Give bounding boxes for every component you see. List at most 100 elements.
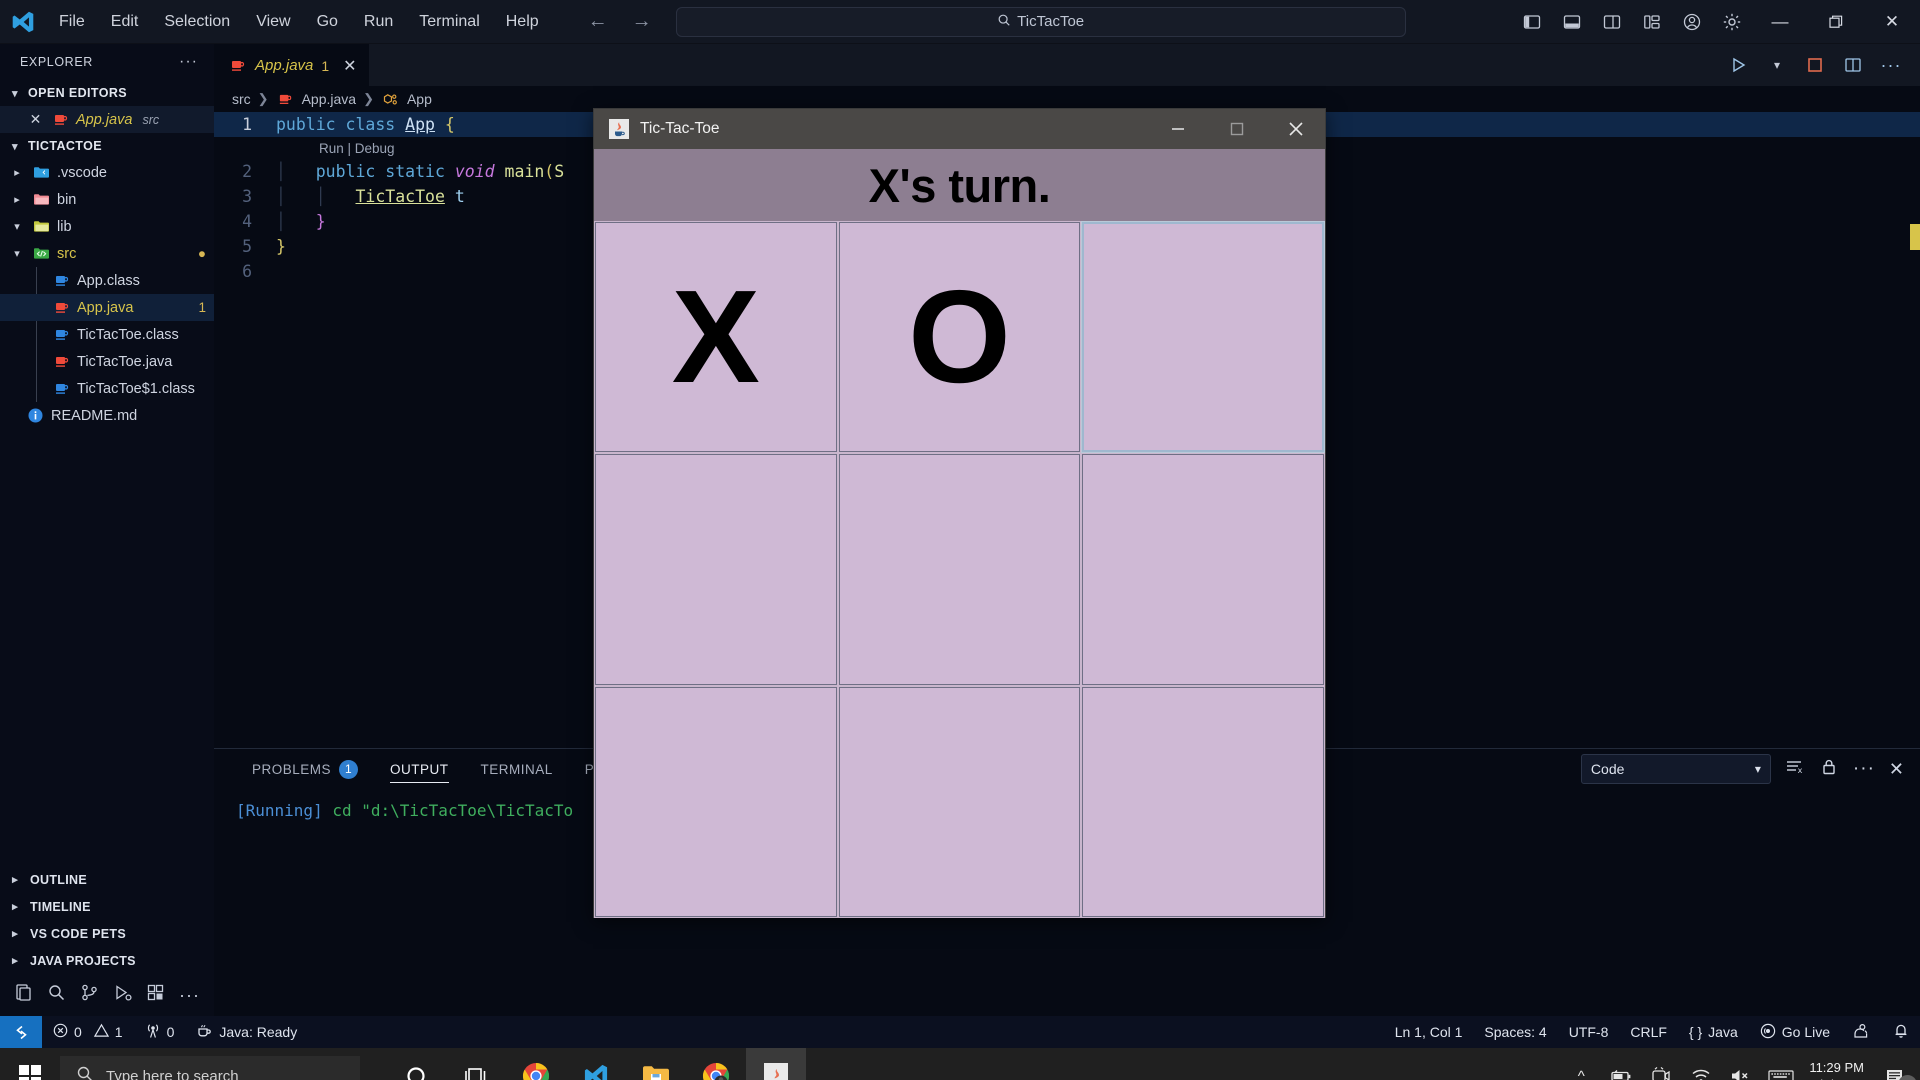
sidebar-section-java-projects[interactable]: ▸ JAVA PROJECTS [0, 947, 214, 974]
status-errors[interactable]: 0 1 [42, 1016, 134, 1048]
sidebar-section-timeline[interactable]: ▸ TIMELINE [0, 893, 214, 920]
lock-icon[interactable] [1819, 757, 1839, 782]
sidebar-item-readme[interactable]: README.md [0, 402, 214, 429]
more-actions-icon[interactable]: ··· [1853, 758, 1875, 780]
chrome-icon[interactable] [506, 1048, 566, 1080]
explorer-more-icon[interactable]: ··· [179, 53, 198, 71]
file-explorer-icon[interactable] [626, 1048, 686, 1080]
volume-muted-icon[interactable] [1721, 1048, 1761, 1080]
run-icon[interactable] [113, 983, 132, 1007]
account-icon[interactable] [1672, 0, 1712, 44]
status-pets[interactable] [1841, 1016, 1882, 1048]
source-control-icon[interactable] [80, 983, 99, 1007]
sidebar-item-tictactoe-java[interactable]: TicTacToe.java [0, 348, 214, 375]
menu-go[interactable]: Go [304, 8, 351, 36]
status-go-live[interactable]: Go Live [1749, 1016, 1841, 1048]
back-arrow-icon[interactable]: ← [588, 10, 608, 33]
toggle-panel-icon[interactable] [1552, 0, 1592, 44]
remote-window-icon[interactable] [0, 1016, 42, 1048]
gear-icon[interactable] [1712, 0, 1752, 44]
close-icon[interactable]: ✕ [343, 56, 356, 76]
forward-arrow-icon[interactable]: → [632, 10, 652, 33]
vscode-icon[interactable] [566, 1048, 626, 1080]
open-editors-section-header[interactable]: ▾ OPEN EDITORS [0, 80, 214, 106]
task-view-icon[interactable] [446, 1048, 506, 1080]
window-minimize-button[interactable]: — [1752, 0, 1808, 44]
tictactoe-minimize-button[interactable] [1148, 109, 1207, 149]
tab-terminal[interactable]: TERMINAL [465, 749, 569, 789]
tab-problems[interactable]: PROBLEMS 1 [236, 749, 374, 789]
close-icon[interactable]: ✕ [26, 110, 45, 129]
stop-icon[interactable] [1796, 44, 1834, 86]
menu-help[interactable]: Help [493, 8, 552, 36]
board-cell-8[interactable] [1082, 686, 1324, 917]
clear-output-icon[interactable]: x [1785, 757, 1805, 782]
sidebar-item-src[interactable]: ▾ src ● [0, 240, 214, 267]
board-cell-2[interactable] [1081, 220, 1325, 454]
sidebar-item-vscode[interactable]: ▸ .vscode [0, 159, 214, 186]
sidebar-item-app-java[interactable]: App.java 1 [0, 294, 214, 321]
run-icon[interactable] [1720, 44, 1758, 86]
menu-view[interactable]: View [243, 8, 303, 36]
menu-terminal[interactable]: Terminal [406, 8, 492, 36]
status-cursor-position[interactable]: Ln 1, Col 1 [1384, 1016, 1474, 1048]
menu-file[interactable]: File [46, 8, 98, 36]
wifi-icon[interactable] [1681, 1048, 1721, 1080]
battery-icon[interactable] [1601, 1048, 1641, 1080]
board-cell-6[interactable] [595, 686, 837, 917]
output-channel-select[interactable]: Code ▾ [1580, 754, 1771, 784]
board-cell-3[interactable] [595, 454, 837, 685]
chevron-down-icon[interactable]: ▾ [1758, 44, 1796, 86]
board-cell-1[interactable]: O [838, 222, 1081, 453]
sidebar-item-lib[interactable]: ▾ lib [0, 213, 214, 240]
board-cell-5[interactable] [1082, 454, 1324, 685]
split-editor-icon[interactable] [1834, 44, 1872, 86]
navigation-arrows[interactable]: ← → [588, 10, 652, 33]
sidebar-section-vs-code-pets[interactable]: ▸ VS CODE PETS [0, 920, 214, 947]
sidebar-item-tictactoe-class[interactable]: TicTacToe.class [0, 321, 214, 348]
tictactoe-close-button[interactable] [1266, 109, 1325, 149]
taskbar-clock[interactable]: 11:29 PM 9/8/2024 [1801, 1059, 1876, 1080]
status-notifications[interactable] [1882, 1016, 1920, 1048]
tab-app-java[interactable]: App.java 1 ✕ [214, 44, 369, 86]
status-language-mode[interactable]: { } Java [1678, 1016, 1749, 1048]
sidebar-item-tictactoe-inner-class[interactable]: TicTacToe$1.class [0, 375, 214, 402]
sidebar-item-app-class[interactable]: App.class [0, 267, 214, 294]
action-center-icon[interactable]: 1 [1876, 1048, 1917, 1080]
customize-layout-icon[interactable] [1632, 0, 1672, 44]
show-hidden-icons-icon[interactable]: ^ [1561, 1048, 1601, 1080]
window-close-button[interactable]: ✕ [1864, 0, 1920, 44]
status-indentation[interactable]: Spaces: 4 [1473, 1016, 1557, 1048]
board-cell-0[interactable]: X [595, 222, 837, 453]
status-ports[interactable]: 0 [134, 1016, 186, 1048]
board-cell-7[interactable] [838, 686, 1081, 917]
camera-icon[interactable] [1641, 1048, 1681, 1080]
menu-edit[interactable]: Edit [98, 8, 152, 36]
cortana-icon[interactable] [386, 1048, 446, 1080]
window-maximize-button[interactable] [1808, 0, 1864, 44]
extensions-icon[interactable] [146, 983, 165, 1007]
breadcrumb-file[interactable]: App.java [302, 91, 356, 107]
keyboard-icon[interactable] [1761, 1048, 1801, 1080]
chrome-profile-icon[interactable] [686, 1048, 746, 1080]
status-eol[interactable]: CRLF [1619, 1016, 1678, 1048]
tab-output[interactable]: OUTPUT [374, 749, 465, 789]
status-java[interactable]: Java: Ready [185, 1016, 308, 1048]
project-section-header[interactable]: ▾ TICTACTOE [0, 133, 214, 159]
board-cell-4[interactable] [838, 454, 1081, 685]
more-icon[interactable]: ··· [179, 985, 200, 1006]
toggle-primary-sidebar-icon[interactable] [1512, 0, 1552, 44]
close-panel-icon[interactable]: ✕ [1889, 759, 1904, 780]
java-app-icon[interactable] [746, 1048, 806, 1080]
search-icon[interactable] [47, 983, 66, 1007]
new-file-icon[interactable] [14, 983, 33, 1007]
breadcrumb-symbol[interactable]: App [407, 91, 432, 107]
menu-run[interactable]: Run [351, 8, 406, 36]
taskbar-search[interactable]: Type here to search [60, 1056, 360, 1080]
more-actions-icon[interactable]: ··· [1872, 44, 1910, 86]
sidebar-item-bin[interactable]: ▸ bin [0, 186, 214, 213]
menu-selection[interactable]: Selection [151, 8, 243, 36]
tictactoe-maximize-button[interactable] [1207, 109, 1266, 149]
windows-logo-icon[interactable] [0, 1048, 60, 1080]
toggle-secondary-sidebar-icon[interactable] [1592, 0, 1632, 44]
